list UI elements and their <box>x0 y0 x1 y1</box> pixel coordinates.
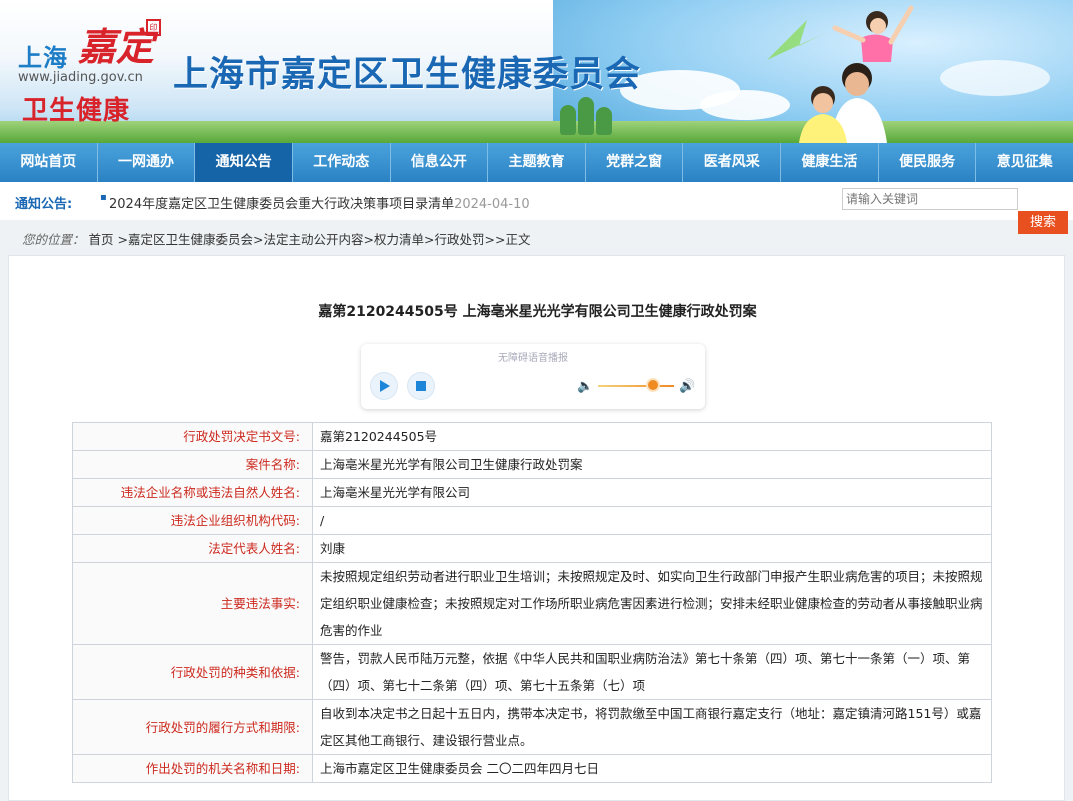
breadcrumb-penalty[interactable]: 行政处罚 <box>434 232 484 247</box>
notice-bullet-icon: ▪ <box>100 192 107 203</box>
row-label: 主要违法事实: <box>72 562 313 645</box>
search-input[interactable] <box>842 188 1018 210</box>
row-value: / <box>312 506 992 535</box>
table-row: 行政处罚的种类和依据: 警告，罚款人民币陆万元整，依据《中华人民共和国职业病防治… <box>72 644 992 700</box>
notice-date: 2024-04-10 <box>454 197 530 212</box>
volume-knob[interactable] <box>647 380 658 390</box>
table-row: 违法企业名称或违法自然人姓名: 上海亳米星光光学有限公司 <box>72 478 992 507</box>
logo-seal-icon: 印 <box>146 19 161 36</box>
nav-item-one-network[interactable]: 一网通办 <box>98 143 196 182</box>
play-button[interactable] <box>371 373 397 399</box>
breadcrumb-separator: > <box>363 232 374 247</box>
tree-decoration <box>578 97 594 135</box>
table-row: 法定代表人姓名: 刘康 <box>72 534 992 563</box>
family-illustration <box>767 5 914 143</box>
nav-item-feedback[interactable]: 意见征集 <box>976 143 1073 182</box>
row-value: 上海亳米星光光学有限公司卫生健康行政处罚案 <box>312 450 992 479</box>
article-panel: 嘉第2120244505号 上海亳米星光光学有限公司卫生健康行政处罚案 无障碍语… <box>8 255 1065 801</box>
stop-icon <box>416 381 426 391</box>
notice-link[interactable]: 2024年度嘉定区卫生健康委员会重大行政决策事项目录清单2024-04-10 <box>109 193 530 212</box>
article-title: 嘉第2120244505号 上海亳米星光光学有限公司卫生健康行政处罚案 <box>318 304 757 320</box>
nav-item-work-news[interactable]: 工作动态 <box>293 143 391 182</box>
row-value: 嘉第2120244505号 <box>312 422 992 451</box>
row-label: 违法企业组织机构代码: <box>72 506 313 535</box>
play-icon <box>380 380 390 392</box>
nav-item-theme-education[interactable]: 主题教育 <box>488 143 586 182</box>
tree-decoration <box>560 105 576 135</box>
row-label: 行政处罚的履行方式和期限: <box>72 699 313 755</box>
breadcrumb-commission[interactable]: 嘉定区卫生健康委员会 <box>128 232 253 247</box>
volume-low-icon[interactable]: 🔈 <box>577 379 593 394</box>
table-row: 案件名称: 上海亳米星光光学有限公司卫生健康行政处罚案 <box>72 450 992 479</box>
table-row: 作出处罚的机关名称和日期: 上海市嘉定区卫生健康委员会 二〇二四年四月七日 <box>72 754 992 783</box>
volume-high-icon[interactable]: 🔊 <box>679 379 695 394</box>
table-row: 行政处罚决定书文号: 嘉第2120244505号 <box>72 422 992 451</box>
breadcrumb-separator: > <box>252 232 264 247</box>
row-value: 上海市嘉定区卫生健康委员会 二〇二四年四月七日 <box>312 754 992 783</box>
row-label: 行政处罚的种类和依据: <box>72 644 313 700</box>
breadcrumb-separator: >> <box>484 232 506 247</box>
tree-decoration <box>596 107 612 135</box>
breadcrumb-separator: > <box>113 232 128 247</box>
site-banner: 上海 嘉定 印 www.jiading.gov.cn 卫生健康 上海市嘉定区卫生… <box>0 0 1073 143</box>
breadcrumb: 您的位置： 首页 >嘉定区卫生健康委员会>法定主动公开内容>权力清单>行政处罚>… <box>0 227 1073 253</box>
table-row: 违法企业组织机构代码: / <box>72 506 992 535</box>
site-title: 上海市嘉定区卫生健康委员会 <box>173 55 642 95</box>
logo-subtitle: 卫生健康 <box>22 96 131 126</box>
logo-district: 嘉定 <box>78 24 155 69</box>
row-label: 违法企业名称或违法自然人姓名: <box>72 478 313 507</box>
breadcrumb-separator: > <box>423 232 435 247</box>
table-row: 主要违法事实: 未按照规定组织劳动者进行职业卫生培训；未按照规定及时、如实向卫生… <box>72 562 992 645</box>
main-nav: 网站首页 一网通办 通知公告 工作动态 信息公开 主题教育 党群之窗 医者风采 … <box>0 143 1073 182</box>
breadcrumb-public-content[interactable]: 法定主动公开内容 <box>263 232 363 247</box>
stop-button[interactable] <box>408 373 434 399</box>
nav-item-doctors[interactable]: 医者风采 <box>683 143 782 182</box>
row-value: 警告，罚款人民币陆万元整，依据《中华人民共和国职业病防治法》第七十条第（四）项、… <box>312 644 992 700</box>
row-value: 自收到本决定书之日起十五日内，携带本决定书，将罚款缴至中国工商银行嘉定支行（地址… <box>312 699 992 755</box>
breadcrumb-label: 您的位置： <box>22 232 85 247</box>
nav-item-healthy-life[interactable]: 健康生活 <box>781 143 879 182</box>
nav-item-notices[interactable]: 通知公告 <box>195 143 293 182</box>
row-label: 行政处罚决定书文号: <box>72 422 313 451</box>
row-value: 上海亳米星光光学有限公司 <box>312 478 992 507</box>
cloud-decoration <box>940 60 1050 96</box>
notice-label: 通知公告: <box>15 197 73 212</box>
row-value: 未按照规定组织劳动者进行职业卫生培训；未按照规定及时、如实向卫生行政部门申报产生… <box>312 562 992 645</box>
row-value: 刘康 <box>312 534 992 563</box>
row-label: 法定代表人姓名: <box>72 534 313 563</box>
notice-text[interactable]: 2024年度嘉定区卫生健康委员会重大行政决策事项目录清单 <box>109 197 454 212</box>
row-label: 案件名称: <box>72 450 313 479</box>
nav-item-party-window[interactable]: 党群之窗 <box>586 143 684 182</box>
breadcrumb-home[interactable]: 首页 <box>89 232 114 247</box>
table-row: 行政处罚的履行方式和期限: 自收到本决定书之日起十五日内，携带本决定书，将罚款缴… <box>72 699 992 755</box>
player-caption: 无障碍语音播报 <box>498 353 568 364</box>
nav-item-services[interactable]: 便民服务 <box>879 143 977 182</box>
breadcrumb-power-list[interactable]: 权力清单 <box>374 232 424 247</box>
penalty-info-table: 行政处罚决定书文号: 嘉第2120244505号 案件名称: 上海亳米星光光学有… <box>72 422 992 783</box>
logo-city: 上海 <box>18 44 68 72</box>
logo-url: www.jiading.gov.cn <box>18 70 143 85</box>
nav-item-home[interactable]: 网站首页 <box>0 143 98 182</box>
breadcrumb-current: 正文 <box>505 232 531 247</box>
row-label: 作出处罚的机关名称和日期: <box>72 754 313 783</box>
audio-player: 无障碍语音播报 🔈 🔊 <box>361 344 705 409</box>
nav-item-info-disclosure[interactable]: 信息公开 <box>391 143 489 182</box>
volume-slider[interactable] <box>598 385 674 387</box>
